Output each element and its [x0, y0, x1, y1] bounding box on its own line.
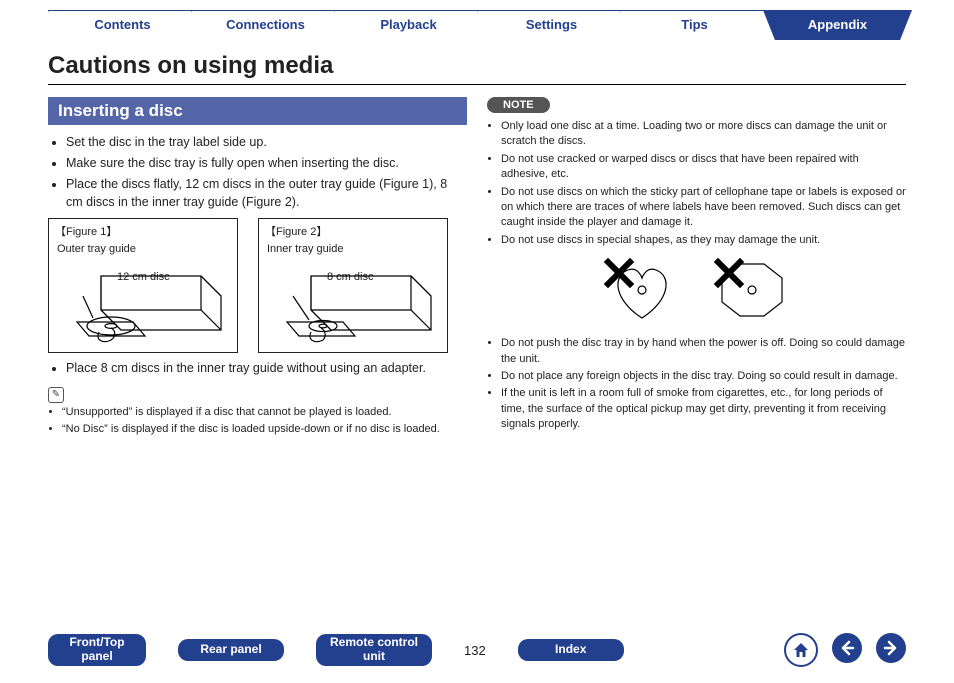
top-tabs: Contents Connections Playback Settings T… — [48, 10, 906, 40]
tab-playback[interactable]: Playback — [334, 10, 483, 40]
tab-contents[interactable]: Contents — [48, 10, 197, 40]
info-bullets: “Unsupported” is displayed if a disc tha… — [48, 405, 467, 438]
shaped-discs-row — [487, 256, 906, 326]
heart-disc-cross-icon — [602, 256, 682, 326]
tab-appendix[interactable]: Appendix — [763, 10, 912, 40]
figure-guide-label: Outer tray guide — [57, 243, 231, 255]
note-bullets-a: Only load one disc at a time. Loading tw… — [487, 119, 906, 248]
page-title: Cautions on using media — [48, 52, 906, 80]
bullet: Do not push the disc tray in by hand whe… — [501, 336, 906, 367]
home-button[interactable] — [784, 633, 818, 667]
home-icon — [792, 641, 810, 659]
tab-settings[interactable]: Settings — [477, 10, 626, 40]
page-number: 132 — [464, 643, 486, 658]
title-rule — [48, 84, 906, 85]
bullet: Do not use discs in special shapes, as t… — [501, 233, 906, 248]
bullet: If the unit is left in a room full of sm… — [501, 386, 906, 432]
right-column: NOTE Only load one disc at a time. Loadi… — [487, 93, 906, 443]
bullet: Only load one disc at a time. Loading tw… — [501, 119, 906, 150]
bullet: Set the disc in the tray label side up. — [66, 133, 467, 151]
after-figure-bullets: Place 8 cm discs in the inner tray guide… — [48, 359, 467, 377]
note-bullets-b: Do not push the disc tray in by hand whe… — [487, 336, 906, 432]
figure-caption: 【Figure 1】 — [55, 223, 231, 239]
section-heading: Inserting a disc — [48, 97, 467, 125]
player-illustration-icon — [53, 266, 229, 348]
figure-guide-label: Inner tray guide — [267, 243, 441, 255]
footer-index[interactable]: Index — [518, 639, 624, 661]
footer-remote-control[interactable]: Remote control unit — [316, 634, 432, 666]
arrow-left-icon — [839, 640, 855, 656]
bullet: Do not use cracked or warped discs or di… — [501, 152, 906, 183]
left-column: Inserting a disc Set the disc in the tra… — [48, 93, 467, 443]
intro-bullets: Set the disc in the tray label side up. … — [48, 133, 467, 212]
tab-tips[interactable]: Tips — [620, 10, 769, 40]
player-illustration-icon — [263, 266, 439, 348]
arrow-right-icon — [883, 640, 899, 656]
pencil-icon: ✎ — [48, 387, 64, 403]
footer: Front/Top panel Rear panel Remote contro… — [48, 633, 906, 667]
prev-button[interactable] — [832, 633, 862, 663]
bullet: “Unsupported” is displayed if a disc tha… — [62, 405, 467, 420]
figure-caption: 【Figure 2】 — [265, 223, 441, 239]
bullet: Place 8 cm discs in the inner tray guide… — [66, 359, 467, 377]
bullet: Place the discs flatly, 12 cm discs in t… — [66, 175, 467, 211]
octagon-disc-cross-icon — [712, 256, 792, 326]
footer-rear-panel[interactable]: Rear panel — [178, 639, 284, 661]
figure-2: 【Figure 2】 Inner tray guide 8 cm disc — [258, 218, 448, 353]
bullet: Do not place any foreign objects in the … — [501, 369, 906, 384]
footer-front-top-panel[interactable]: Front/Top panel — [48, 634, 146, 666]
bullet: Do not use discs on which the sticky par… — [501, 185, 906, 231]
note-badge: NOTE — [487, 97, 550, 113]
bullet: “No Disc” is displayed if the disc is lo… — [62, 422, 467, 437]
bullet: Make sure the disc tray is fully open wh… — [66, 154, 467, 172]
figure-1: 【Figure 1】 Outer tray guide 12 cm disc — [48, 218, 238, 353]
next-button[interactable] — [876, 633, 906, 663]
tab-connections[interactable]: Connections — [191, 10, 340, 40]
